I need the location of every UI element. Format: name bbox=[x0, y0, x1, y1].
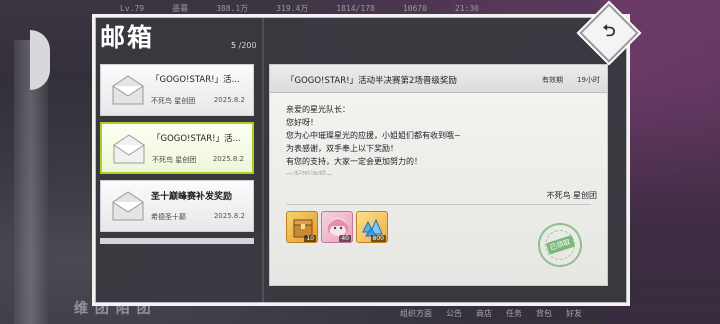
reward-item[interactable]: 800 bbox=[356, 211, 388, 243]
currency-readout: 10670 bbox=[402, 3, 427, 13]
mail-detail-header: 「GOGO!STAR!」活动半决赛第2场晋级奖励 有效期 19小时 bbox=[270, 65, 607, 93]
mail-body: 亲爱的星光队长： 您好呀！ 您为心中璀璨星光的应援，小姐姐们都有收到哦~ 为表感… bbox=[286, 103, 461, 175]
mail-item-sender: 不死鸟 星创团 bbox=[152, 156, 197, 164]
mail-item-sender: 希德圣十巅 bbox=[151, 213, 186, 221]
bottom-hud-item[interactable]: 公告 bbox=[446, 308, 462, 319]
mail-count: 5 /200 bbox=[231, 41, 257, 50]
bottom-hud-item[interactable]: 组织方面 bbox=[400, 308, 432, 319]
panel-divider bbox=[262, 14, 264, 306]
mail-body-line-clipped: 一起加油吧~ bbox=[286, 170, 333, 175]
stat-2: 319.4万 bbox=[276, 3, 309, 13]
mail-body-line: 您为心中璀璨星光的应援，小姐姐们都有收到哦~ bbox=[286, 131, 461, 140]
mail-body-line: 为表感谢，双手奉上以下奖励！ bbox=[286, 144, 398, 153]
player-name: 墨暮 bbox=[172, 3, 189, 13]
mail-item-date: 2025.8.2 bbox=[212, 155, 244, 163]
mail-list-item-partial[interactable] bbox=[100, 238, 254, 244]
mail-body-line: 有您的支持，大家一定会更加努力的！ bbox=[286, 157, 422, 166]
mail-count-current: 5 bbox=[231, 41, 237, 50]
mail-list-item[interactable]: 圣十巅峰赛补发奖励 希德圣十巅 2025.8.2 bbox=[100, 180, 254, 232]
expire-value: 19小时 bbox=[577, 76, 600, 84]
stat-1: 388.1万 bbox=[216, 3, 249, 13]
reward-qty: 10 bbox=[304, 235, 316, 242]
mail-detail: 「GOGO!STAR!」活动半决赛第2场晋级奖励 有效期 19小时 亲爱的星光队… bbox=[269, 64, 608, 286]
bottom-hud-item[interactable]: 任务 bbox=[506, 308, 522, 319]
mail-list-item[interactable]: 「GOGO!STAR!」活... 不死鸟 星创团 2025.8.2 bbox=[100, 64, 254, 116]
claimed-stamp: 已领取 bbox=[532, 217, 588, 273]
mail-item-date: 2025.8.2 bbox=[213, 96, 245, 104]
mail-item-date: 2025.8.2 bbox=[213, 212, 245, 220]
reward-qty: 40 bbox=[339, 235, 351, 242]
mail-count-total: /200 bbox=[238, 41, 257, 50]
mail-body-line: 亲爱的星光队长： bbox=[286, 105, 350, 114]
mail-detail-title: 「GOGO!STAR!」活动半决赛第2场晋级奖励 bbox=[286, 76, 457, 86]
mail-item-sender: 不死鸟 星创团 bbox=[151, 97, 196, 105]
mail-signature: 不死鸟 星创团 bbox=[546, 191, 597, 200]
mail-body-line: 您好呀！ bbox=[286, 118, 318, 127]
mail-item-title: 「GOGO!STAR!」活... bbox=[151, 75, 240, 85]
envelope-icon bbox=[112, 75, 144, 105]
mailbox-title: 邮箱 bbox=[100, 23, 155, 52]
mail-list[interactable]: 「GOGO!STAR!」活... 不死鸟 星创团 2025.8.2 「GOGO!… bbox=[100, 64, 256, 244]
reward-qty: 800 bbox=[370, 235, 386, 242]
mail-list-item-selected[interactable]: 「GOGO!STAR!」活... 不死鸟 星创团 2025.8.2 bbox=[100, 122, 254, 174]
back-arrow-icon[interactable]: ⮌ bbox=[588, 12, 630, 54]
envelope-icon bbox=[113, 134, 145, 164]
clock: 21:30 bbox=[454, 3, 479, 13]
bottom-hud-item[interactable]: 背包 bbox=[536, 308, 552, 319]
stamina-readout: 1814/178 bbox=[336, 3, 375, 13]
expire-label: 有效期 bbox=[542, 76, 563, 84]
bottom-hud-item[interactable]: 好友 bbox=[566, 308, 582, 319]
mail-item-title: 圣十巅峰赛补发奖励 bbox=[151, 192, 233, 202]
reward-item[interactable]: 10 bbox=[286, 211, 318, 243]
mail-item-title: 「GOGO!STAR!」活... bbox=[152, 134, 241, 144]
bottom-hud-item[interactable]: 商店 bbox=[476, 308, 492, 319]
reward-separator bbox=[286, 204, 591, 205]
reward-list: 10 40 800 bbox=[286, 211, 388, 243]
envelope-icon bbox=[112, 191, 144, 221]
player-level: Lv.79 bbox=[120, 3, 145, 13]
reward-item[interactable]: 40 bbox=[321, 211, 353, 243]
